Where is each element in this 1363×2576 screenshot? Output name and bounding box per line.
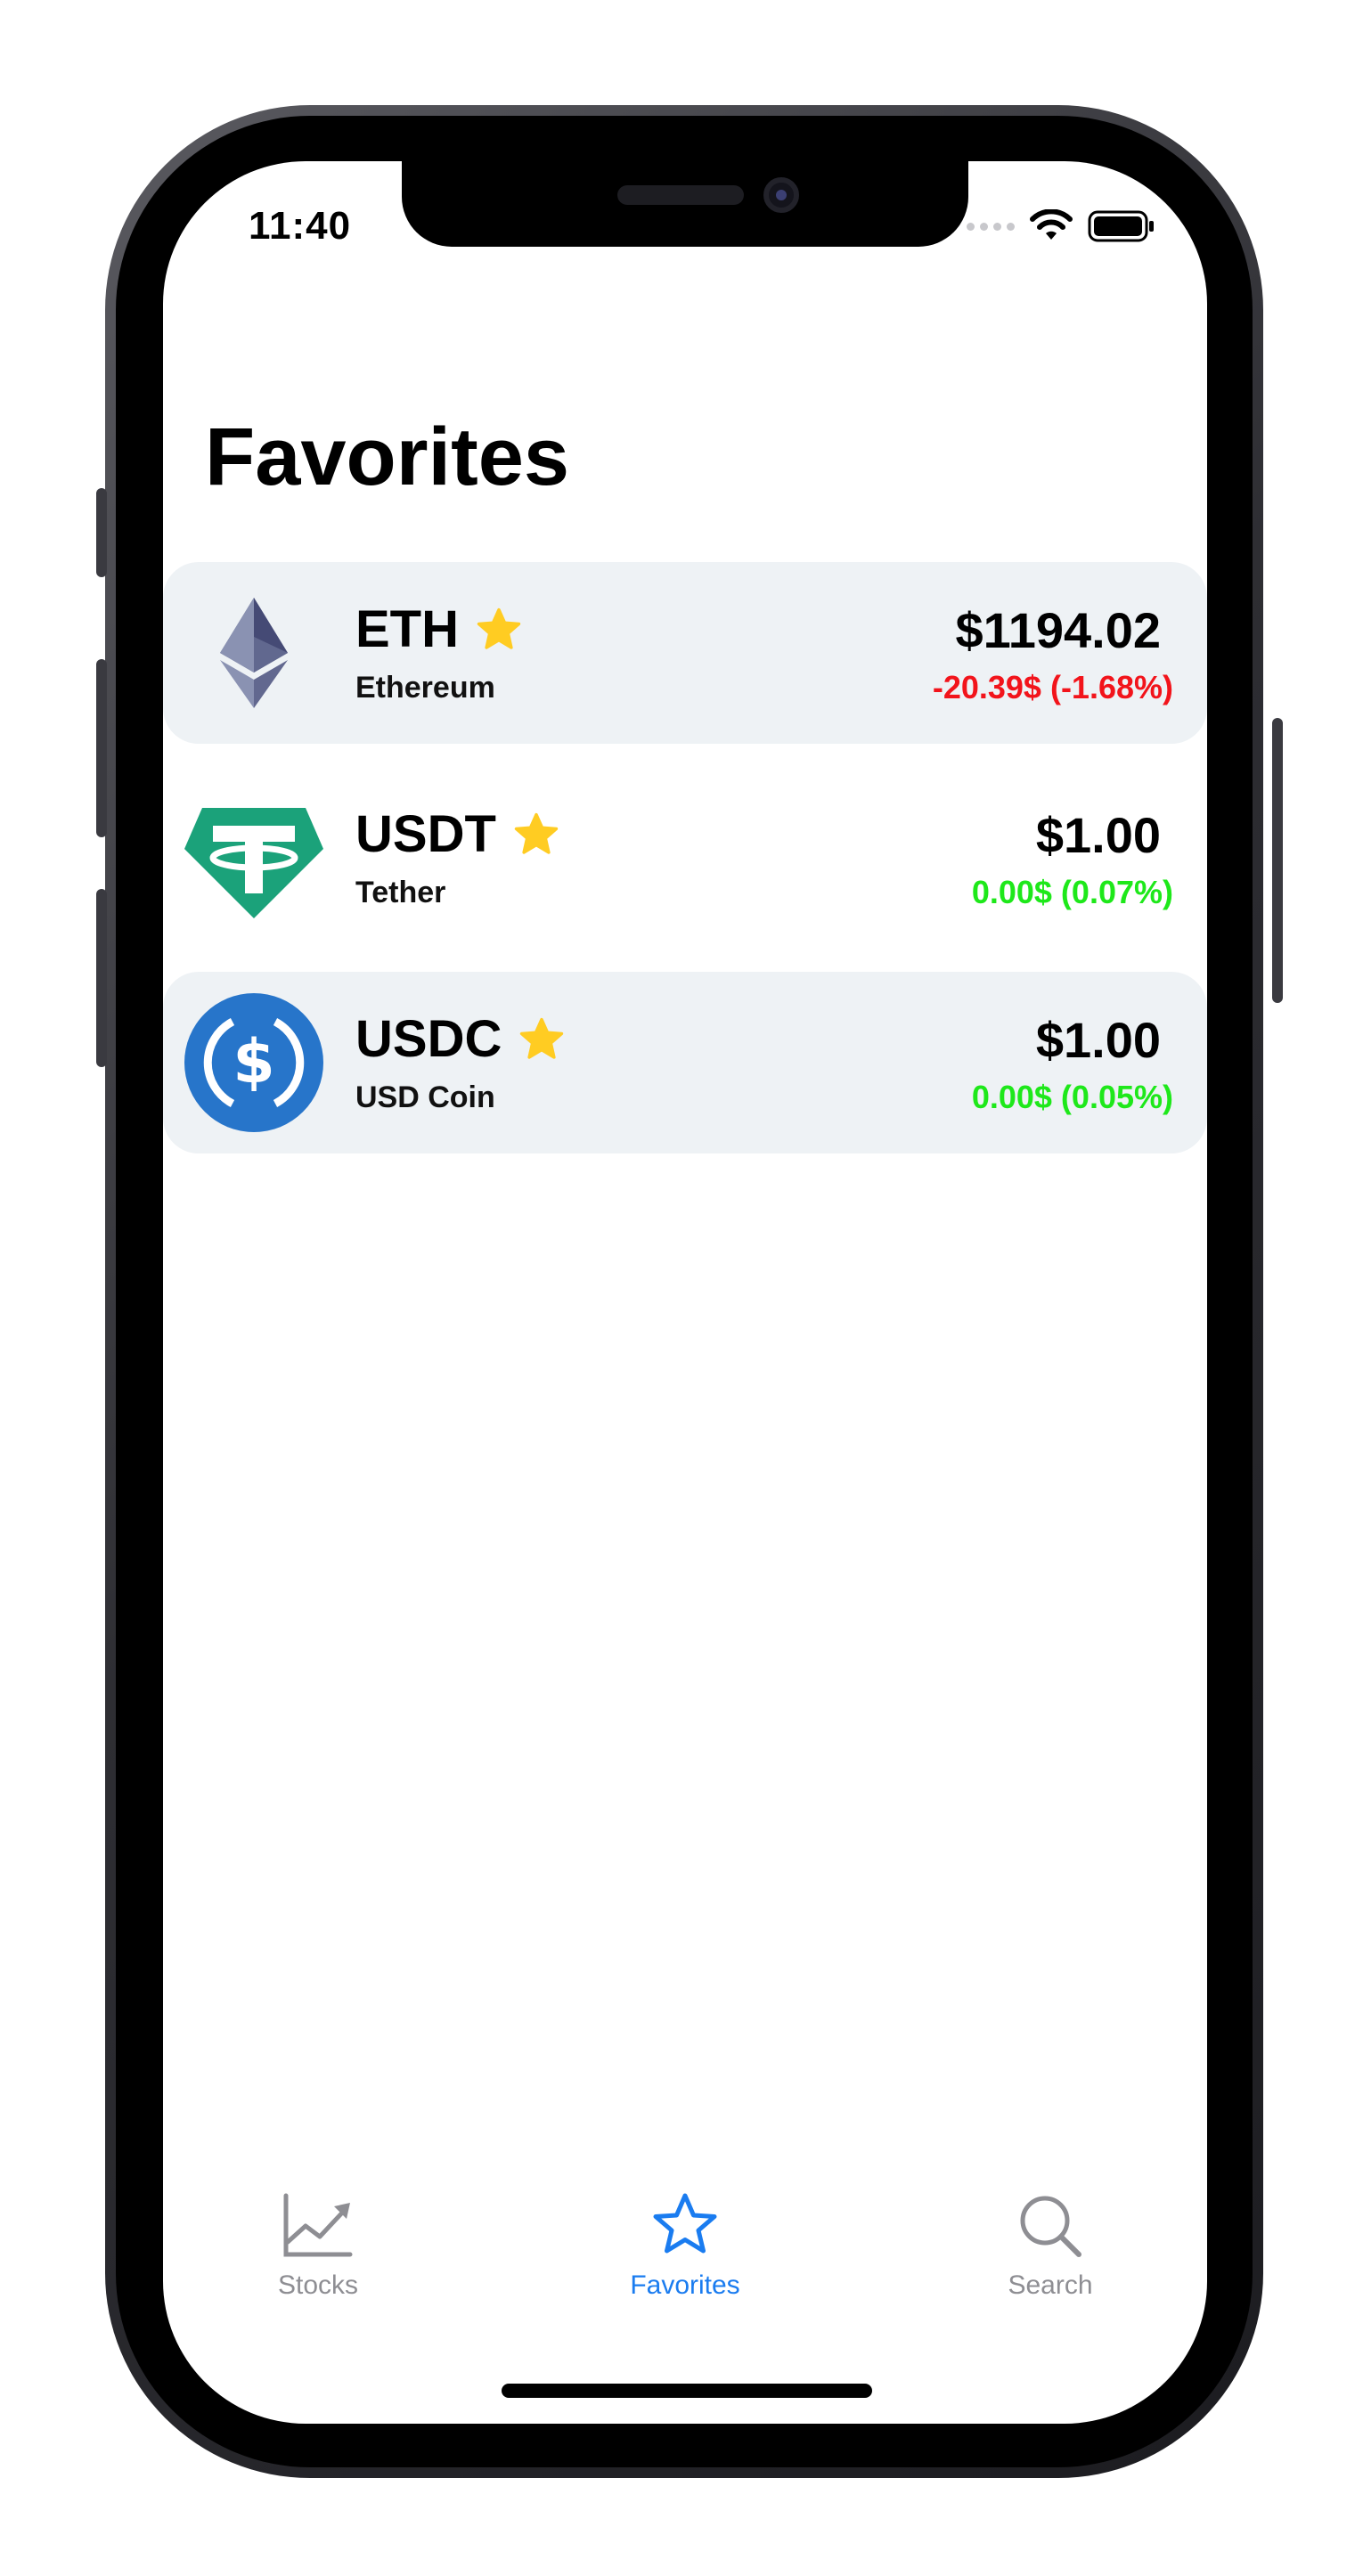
- coin-row-usdt[interactable]: USDT Tether $1.00 0.00$ (0.07%): [163, 767, 1207, 949]
- home-indicator[interactable]: [502, 2384, 872, 2398]
- coin-row-eth[interactable]: ETH Ethereum $1194.02 -20.39$ (-1.68%): [163, 562, 1207, 744]
- favorite-star-icon[interactable]: [518, 1016, 566, 1063]
- favorites-list: ETH Ethereum $1194.02 -20.39$ (-1.68%) U…: [163, 562, 1207, 1177]
- coin-row-usdc[interactable]: $ USDC USD Coin $1.00 0.00$ (0.05%): [163, 972, 1207, 1153]
- coin-symbol: USDC: [355, 1010, 502, 1068]
- app-screen: 11:40 Favorites ETH Ethereum $1194.02 -2…: [163, 161, 1207, 2424]
- tab-bar: Stocks Favorites Search: [163, 2192, 1207, 2335]
- coin-symbol-group: USDT: [355, 804, 560, 864]
- volume-down-button: [96, 889, 107, 1067]
- coin-name: Tether: [355, 876, 446, 909]
- coin-symbol: ETH: [355, 600, 459, 658]
- tab-label: Stocks: [277, 2270, 359, 2300]
- status-indicators: [967, 209, 1155, 243]
- favorite-star-icon[interactable]: [475, 607, 523, 653]
- usd-coin-logo: $: [184, 993, 323, 1132]
- favorite-star-icon[interactable]: [512, 811, 560, 858]
- tab-label: Favorites: [630, 2270, 740, 2300]
- tab-favorites[interactable]: Favorites: [587, 2192, 783, 2301]
- ethereum-logo: [220, 598, 288, 708]
- tether-logo: [184, 808, 323, 918]
- tab-label: Search: [1008, 2270, 1093, 2300]
- tab-stocks[interactable]: Stocks: [220, 2192, 416, 2301]
- volume-up-button: [96, 659, 107, 837]
- star-icon: [653, 2193, 717, 2254]
- coin-symbol: USDT: [355, 805, 496, 863]
- coin-change: 0.00$ (0.07%): [971, 874, 1173, 910]
- coin-price: $1.00: [1035, 1012, 1161, 1068]
- power-button: [1272, 718, 1283, 1003]
- page-title: Favorites: [205, 412, 570, 502]
- coin-symbol-group: USDC: [355, 1009, 566, 1069]
- coin-price: $1194.02: [955, 602, 1161, 658]
- cellular-signal-icon: [967, 222, 1015, 231]
- search-icon: [1020, 2196, 1081, 2257]
- status-time: 11:40: [249, 204, 352, 248]
- tab-search[interactable]: Search: [952, 2192, 1148, 2301]
- battery-icon: [1088, 210, 1154, 242]
- coin-name: USD Coin: [355, 1080, 495, 1114]
- notch: [402, 161, 968, 247]
- coin-change: 0.00$ (0.05%): [971, 1079, 1173, 1115]
- coin-price: $1.00: [1035, 807, 1161, 863]
- wifi-icon: [1030, 209, 1073, 240]
- mute-switch: [96, 488, 107, 577]
- chart-icon: [283, 2193, 353, 2257]
- svg-text:$: $: [233, 1027, 274, 1097]
- coin-change: -20.39$ (-1.68%): [932, 669, 1173, 705]
- coin-name: Ethereum: [355, 671, 495, 705]
- earpiece-speaker: [617, 185, 744, 205]
- front-camera: [763, 177, 799, 213]
- coin-symbol-group: ETH: [355, 599, 523, 659]
